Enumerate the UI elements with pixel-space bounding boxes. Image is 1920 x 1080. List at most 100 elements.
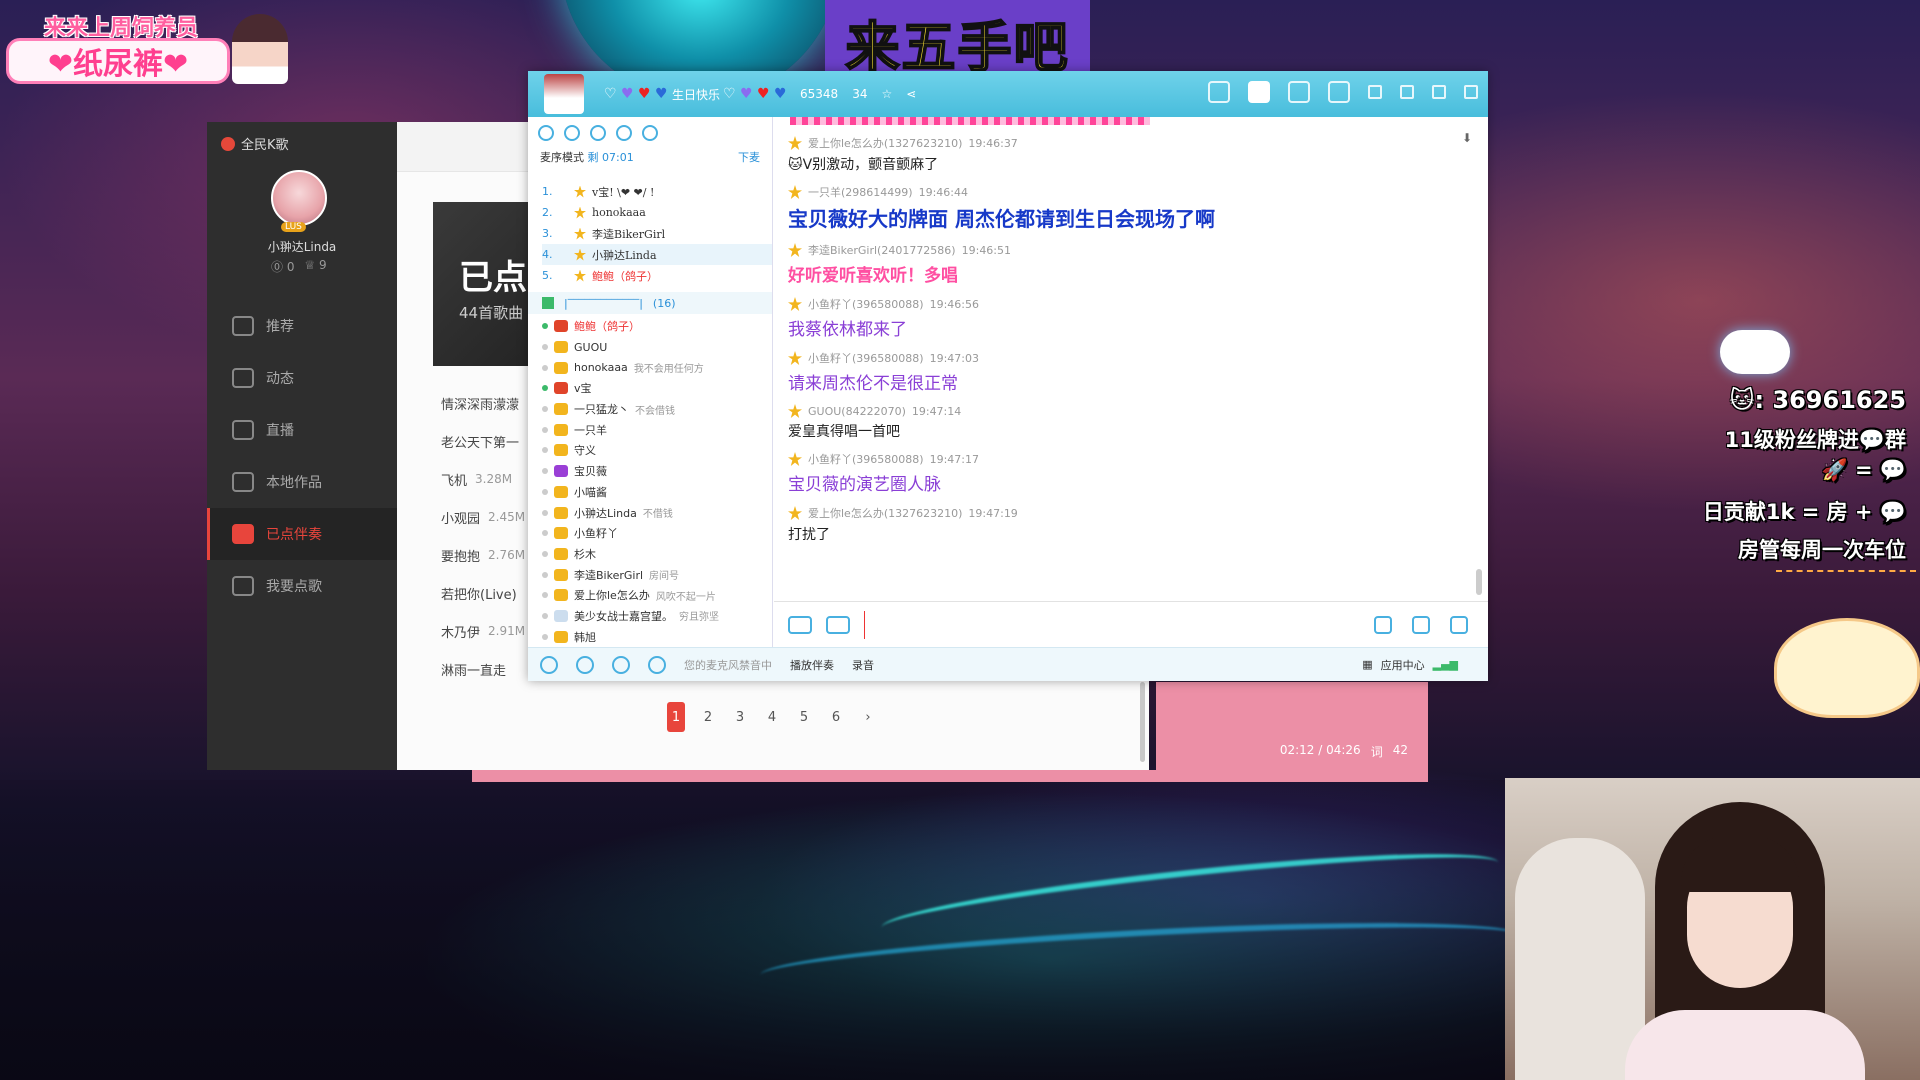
member-item[interactable]: 宝贝薇 xyxy=(542,461,772,482)
member-item[interactable]: 小喵酱 xyxy=(542,482,772,503)
message-user[interactable]: 一只羊(298614499) xyxy=(808,184,913,200)
message-user[interactable]: GUOU(84222070) xyxy=(808,405,906,418)
member-item[interactable]: 韩旭 xyxy=(542,626,772,647)
next-page-button[interactable]: › xyxy=(859,702,877,732)
page-5[interactable]: 5 xyxy=(795,702,813,732)
page-2[interactable]: 2 xyxy=(699,702,717,732)
equalizer-icon[interactable] xyxy=(648,655,666,674)
message-user[interactable]: 爱上你le怎么办(1327623210) xyxy=(808,135,962,151)
queue-item[interactable]: 1. v宝! \❤ ❤/ ! xyxy=(542,181,772,202)
member-item[interactable]: 一只羊 xyxy=(542,419,772,440)
star-icon[interactable]: ☆ xyxy=(881,87,892,101)
page-4[interactable]: 4 xyxy=(763,702,781,732)
member-item[interactable]: 一只猛龙丶 不会借钱 xyxy=(542,399,772,420)
thumbs-up-icon xyxy=(232,316,254,336)
sidebar-item-label: 动态 xyxy=(266,371,294,387)
chat-input[interactable] xyxy=(864,610,1344,639)
member-item[interactable]: GUOU xyxy=(542,337,772,358)
user-icon[interactable] xyxy=(538,125,554,141)
speaker-icon[interactable] xyxy=(576,655,594,674)
member-item[interactable]: 美少女战士嘉宫望。 穷且弥坚 xyxy=(542,606,772,627)
download-icon[interactable] xyxy=(1368,85,1382,99)
scrollbar[interactable] xyxy=(1140,682,1145,762)
queue-item[interactable]: 2. honokaaa xyxy=(542,202,772,223)
queue-item[interactable]: 5. 鲍鲍（鸽子） xyxy=(542,265,772,286)
refresh-icon[interactable] xyxy=(564,125,580,141)
member-item[interactable]: 小翀达Linda 不借钱 xyxy=(542,502,772,523)
member-item[interactable]: 爱上你le怎么办 风吹不起一片 xyxy=(542,585,772,606)
rank-badge-icon xyxy=(554,341,568,354)
minimize-icon[interactable] xyxy=(1400,85,1414,99)
location-icon[interactable] xyxy=(590,125,606,141)
member-item[interactable]: 守义 xyxy=(542,440,772,461)
home-icon[interactable] xyxy=(1248,81,1270,103)
gamepad-icon[interactable] xyxy=(1328,81,1350,103)
play-accompaniment-button[interactable]: 播放伴奏 xyxy=(790,657,834,673)
mic-queue: 1. v宝! \❤ ❤/ ! 2. honokaaa 3. 李逵BikerGirl 4… xyxy=(528,181,772,286)
app-center-button[interactable]: ▦ 应用中心 ▂▄▆ xyxy=(1362,657,1488,673)
playlist-count[interactable]: 42 xyxy=(1393,743,1408,760)
mic-muted-status[interactable]: 您的麦克风禁音中 xyxy=(684,657,772,673)
username[interactable]: 小翀达Linda xyxy=(207,238,397,255)
message-time: 19:46:51 xyxy=(961,243,1012,257)
page-3[interactable]: 3 xyxy=(731,702,749,732)
sidebar-item-feed[interactable]: 动态 xyxy=(207,352,397,404)
self-avatar[interactable] xyxy=(540,655,558,674)
share-icon[interactable]: ⋖ xyxy=(906,87,916,101)
message-user[interactable]: 李逵BikerGirl(2401772586) xyxy=(808,242,956,258)
member-item[interactable]: v宝 xyxy=(542,378,772,399)
lyric-button[interactable]: 词 xyxy=(1371,743,1383,760)
queue-name: 鲍鲍（鸽子） xyxy=(592,269,658,283)
sidebar-item-recommend[interactable]: 推荐 xyxy=(207,300,397,352)
send-icon[interactable] xyxy=(1374,615,1392,634)
emoji-icon[interactable] xyxy=(788,615,812,634)
list-icon[interactable] xyxy=(616,125,632,141)
member-name: 一只猛龙丶 xyxy=(574,403,629,417)
overlay-main-title: ❤纸尿裤❤ xyxy=(6,38,230,84)
power-icon[interactable] xyxy=(1464,85,1478,99)
search-icon[interactable] xyxy=(642,125,658,141)
message-user[interactable]: 爱上你le怎么办(1327623210) xyxy=(808,505,962,521)
album-count: 44首歌曲 xyxy=(459,304,524,322)
at-mention-icon[interactable] xyxy=(826,615,850,634)
message-user[interactable]: 小鱼籽丫(396580088) xyxy=(808,350,924,366)
sidebar-item-ordered-accompaniment[interactable]: 已点伴奏 xyxy=(207,508,397,560)
queue-item[interactable]: 3. 李逵BikerGirl xyxy=(542,223,772,244)
sidebar-item-label: 推荐 xyxy=(266,319,294,335)
rank-badge-icon xyxy=(554,361,568,374)
message-user[interactable]: 小鱼籽丫(396580088) xyxy=(808,451,924,467)
board-icon[interactable] xyxy=(1288,81,1310,103)
scroll-down-icon[interactable]: ⬇ xyxy=(1462,131,1472,145)
heart-icon: ♥ xyxy=(655,86,668,102)
queue-name: v宝! \❤ ❤/ ! xyxy=(592,185,655,199)
sidebar-item-local-works[interactable]: 本地作品 xyxy=(207,456,397,508)
maximize-icon[interactable] xyxy=(1432,85,1446,99)
mic-settings-icon[interactable] xyxy=(612,655,630,674)
member-item[interactable]: 李逵BikerGirl 房间号 xyxy=(542,564,772,585)
member-item[interactable]: 小鱼籽丫 xyxy=(542,523,772,544)
channel-title: ♡ ♥ ♥ ♥ 生日快乐 ♡ ♥ ♥ ♥ xyxy=(604,86,788,103)
rank-badge-icon xyxy=(554,527,568,540)
queue-item[interactable]: 4. 小翀达Linda xyxy=(542,244,772,265)
avatar[interactable] xyxy=(271,170,327,226)
page-6[interactable]: 6 xyxy=(827,702,845,732)
chat-bubble-icon[interactable] xyxy=(1412,615,1430,634)
rank-badge-icon xyxy=(554,320,568,333)
collapse-icon[interactable] xyxy=(542,297,554,309)
leave-mic-button[interactable]: 下麦 xyxy=(738,149,760,165)
chat-scrollbar[interactable] xyxy=(1476,569,1482,595)
message-user[interactable]: 小鱼籽丫(396580088) xyxy=(808,296,924,312)
sidebar-item-request-song[interactable]: 我要点歌 xyxy=(207,560,397,612)
message-time: 19:47:19 xyxy=(968,506,1018,520)
page-1[interactable]: 1 xyxy=(667,702,685,732)
member-item[interactable]: honokaaa 我不会用任何方 xyxy=(542,357,772,378)
video-icon[interactable] xyxy=(1208,81,1230,103)
record-button[interactable]: 录音 xyxy=(852,657,874,673)
bottom-toolbar: 您的麦克风禁音中 播放伴奏 录音 ▦ 应用中心 ▂▄▆ xyxy=(528,647,1488,681)
member-item[interactable]: 杉木 xyxy=(542,544,772,565)
sidebar-item-live[interactable]: 直播 xyxy=(207,404,397,456)
flower-icon[interactable] xyxy=(1450,615,1468,634)
member-group-header[interactable]: |‾‾‾‾‾‾‾‾‾‾‾‾‾| (16) xyxy=(528,292,772,314)
member-item[interactable]: 鲍鲍（鸽子） xyxy=(542,316,772,337)
song-size: 2.76M xyxy=(488,548,526,562)
